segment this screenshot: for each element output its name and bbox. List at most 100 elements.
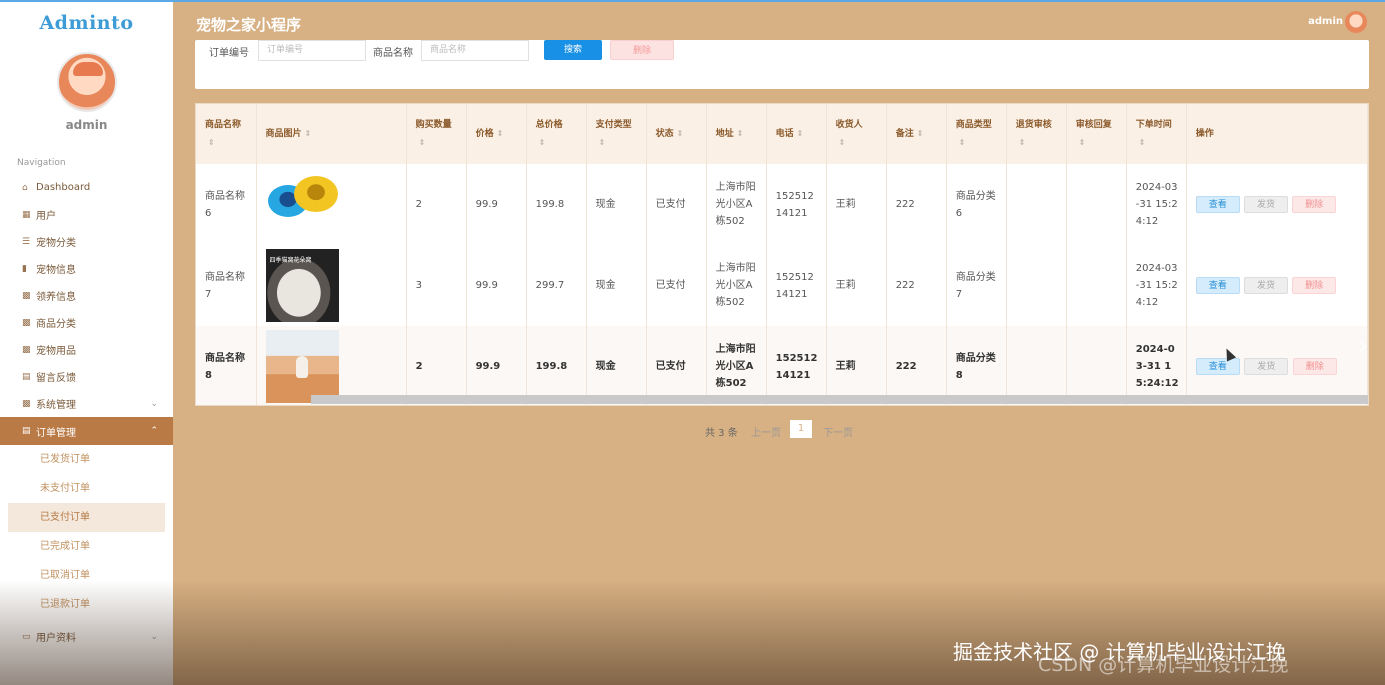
col-header[interactable]: 商品名称 ⇕ bbox=[196, 104, 257, 164]
sidebar-sub-shipped[interactable]: 已发货订单 bbox=[0, 445, 173, 474]
ship-button[interactable]: 发货 bbox=[1243, 196, 1288, 213]
avatar[interactable] bbox=[56, 52, 117, 112]
avatar[interactable] bbox=[1345, 11, 1367, 33]
col-header[interactable]: 地址 ⇕ bbox=[706, 104, 767, 164]
sidebar: Adminto admin Navigation ⌂ Dashboard ▦ 用… bbox=[0, 0, 173, 685]
sort-icon[interactable]: ⇕ bbox=[797, 129, 804, 138]
horizontal-scrollbar[interactable] bbox=[311, 395, 1368, 404]
delete-button[interactable]: 删除 bbox=[1292, 358, 1337, 375]
delete-button[interactable]: 删除 bbox=[1292, 277, 1337, 294]
sort-icon[interactable]: ⇕ bbox=[305, 129, 312, 138]
sort-icon[interactable]: ⇕ bbox=[208, 138, 215, 147]
sidebar-item-system[interactable]: ▩ 系统管理 ⌄ bbox=[0, 390, 173, 417]
cell-refund-review bbox=[1006, 326, 1067, 405]
ship-button[interactable]: 发货 bbox=[1243, 277, 1288, 294]
header-user-name[interactable]: admin bbox=[1308, 16, 1343, 27]
sort-icon[interactable]: ⇕ bbox=[1139, 138, 1146, 147]
cell-pay-type: 现金 bbox=[586, 326, 647, 405]
sort-icon[interactable]: ⇕ bbox=[1019, 138, 1026, 147]
sidebar-item-adoption[interactable]: ▩ 领养信息 bbox=[0, 282, 173, 309]
sidebar-sub-completed[interactable]: 已完成订单 bbox=[0, 532, 173, 561]
cell-product-image: 四季猫窝花朵窝 bbox=[256, 245, 407, 326]
sidebar-sub-paid[interactable]: 已支付订单 bbox=[8, 503, 165, 532]
view-button[interactable]: 查看 bbox=[1195, 277, 1240, 294]
col-header[interactable]: 购买数量 ⇕ bbox=[406, 104, 467, 164]
table-row: 商品名称8 2 99.9 199.8 现金 已支付 上海市阳光小区A栋502 1… bbox=[196, 326, 1368, 405]
sort-icon[interactable]: ⇕ bbox=[959, 138, 966, 147]
sidebar-user-name: admin bbox=[65, 118, 108, 132]
sort-icon[interactable]: ⇕ bbox=[599, 138, 606, 147]
prev-page-button[interactable]: 上一页 bbox=[751, 424, 781, 439]
sidebar-item-pet-info[interactable]: ▮ 宠物信息 bbox=[0, 255, 173, 282]
sidebar-item-orders[interactable]: ▤ 订单管理 ⌃ bbox=[0, 417, 173, 445]
col-header[interactable]: 电话 ⇕ bbox=[766, 104, 827, 164]
cell-phone: 15251214121 bbox=[766, 326, 827, 405]
sidebar-item-user-profile[interactable]: ▭ 用户资料 ⌄ bbox=[0, 623, 173, 650]
cell-address: 上海市阳光小区A栋502 bbox=[706, 326, 767, 405]
product-name-input[interactable]: 商品名称 bbox=[421, 40, 529, 61]
sort-icon[interactable]: ⇕ bbox=[497, 129, 504, 138]
cell-order-time: 2024-03-31 15:24:12 bbox=[1126, 326, 1187, 405]
col-header[interactable]: 支付类型 ⇕ bbox=[586, 104, 647, 164]
grid-icon: ▩ bbox=[22, 290, 31, 301]
cell-price: 99.9 bbox=[466, 245, 527, 326]
delete-button[interactable]: 删除 bbox=[1292, 196, 1337, 213]
app-logo[interactable]: Adminto bbox=[0, 2, 173, 42]
col-header[interactable]: 备注 ⇕ bbox=[886, 104, 947, 164]
chevron-left-icon[interactable]: ‹ bbox=[4, 328, 16, 363]
search-button[interactable]: 搜索 bbox=[544, 40, 602, 60]
cell-price: 99.9 bbox=[466, 164, 527, 245]
col-header[interactable]: 状态 ⇕ bbox=[646, 104, 707, 164]
grid-icon: ▩ bbox=[22, 344, 31, 355]
cell-review-reply bbox=[1066, 326, 1127, 405]
view-button[interactable]: 查看 bbox=[1195, 358, 1240, 375]
batch-delete-button[interactable]: 删除 bbox=[610, 40, 674, 60]
col-header[interactable]: 价格 ⇕ bbox=[466, 104, 527, 164]
cell-total: 299.7 bbox=[526, 245, 587, 326]
home-icon: ⌂ bbox=[22, 182, 28, 193]
sort-icon[interactable]: ⇕ bbox=[917, 129, 924, 138]
col-header[interactable]: 退货审核 ⇕ bbox=[1006, 104, 1067, 164]
pagination-total: 共 3 条 bbox=[705, 428, 738, 439]
sidebar-item-dashboard[interactable]: ⌂ Dashboard bbox=[0, 174, 173, 201]
sort-icon[interactable]: ⇕ bbox=[419, 138, 426, 147]
sidebar-sub-refunded[interactable]: 已退款订单 bbox=[0, 590, 173, 619]
sort-icon[interactable]: ⇕ bbox=[1079, 138, 1086, 147]
sidebar-sub-unpaid[interactable]: 未支付订单 bbox=[0, 474, 173, 503]
profile-icon: ▭ bbox=[22, 631, 31, 642]
col-header[interactable]: 收货人 ⇕ bbox=[826, 104, 887, 164]
cell-qty: 2 bbox=[406, 164, 467, 245]
next-page-button[interactable]: 下一页 bbox=[823, 424, 853, 439]
sidebar-item-pet-supplies[interactable]: ▩ 宠物用品 bbox=[0, 336, 173, 363]
cell-receiver: 王莉 bbox=[826, 245, 887, 326]
message-icon: ▤ bbox=[22, 371, 31, 382]
col-header[interactable]: 审核回复 ⇕ bbox=[1066, 104, 1127, 164]
chevron-down-icon: ⌄ bbox=[150, 631, 158, 642]
sidebar-item-feedback[interactable]: ▤ 留言反馈 bbox=[0, 363, 173, 390]
sidebar-item-label: 用户 bbox=[36, 211, 56, 222]
order-number-input[interactable]: 订单编号 bbox=[258, 40, 366, 61]
col-header[interactable]: 下单时间 ⇕ bbox=[1126, 104, 1187, 164]
sidebar-sub-cancelled[interactable]: 已取消订单 bbox=[0, 561, 173, 590]
sort-icon[interactable]: ⇕ bbox=[839, 138, 846, 147]
ship-button[interactable]: 发货 bbox=[1244, 358, 1289, 375]
col-header[interactable]: 商品图片 ⇕ bbox=[256, 104, 407, 164]
cell-price: 99.9 bbox=[466, 326, 527, 405]
sidebar-item-product-category[interactable]: ▩ 商品分类 bbox=[0, 309, 173, 336]
col-header[interactable]: 总价格 ⇕ bbox=[526, 104, 587, 164]
sort-icon[interactable]: ⇕ bbox=[677, 129, 684, 138]
view-button[interactable]: 查看 bbox=[1195, 196, 1240, 213]
cell-actions: 查看 发货 删除 bbox=[1186, 326, 1368, 405]
sidebar-item-pet-category[interactable]: ☰ 宠物分类 bbox=[0, 228, 173, 255]
nav-caption: Navigation bbox=[17, 158, 66, 168]
sort-icon[interactable]: ⇕ bbox=[539, 138, 546, 147]
col-header[interactable]: 商品类型 ⇕ bbox=[946, 104, 1007, 164]
sort-icon[interactable]: ⇕ bbox=[737, 129, 744, 138]
col-header: 操作 bbox=[1186, 104, 1368, 164]
cell-status: 已支付 bbox=[646, 245, 707, 326]
chevron-right-icon[interactable]: › bbox=[1357, 328, 1369, 363]
chevron-down-icon: ⌄ bbox=[150, 398, 158, 409]
sidebar-item-label: 领养信息 bbox=[36, 292, 76, 303]
sidebar-item-users[interactable]: ▦ 用户 bbox=[0, 201, 173, 228]
page-number-button[interactable]: 1 bbox=[790, 420, 812, 438]
